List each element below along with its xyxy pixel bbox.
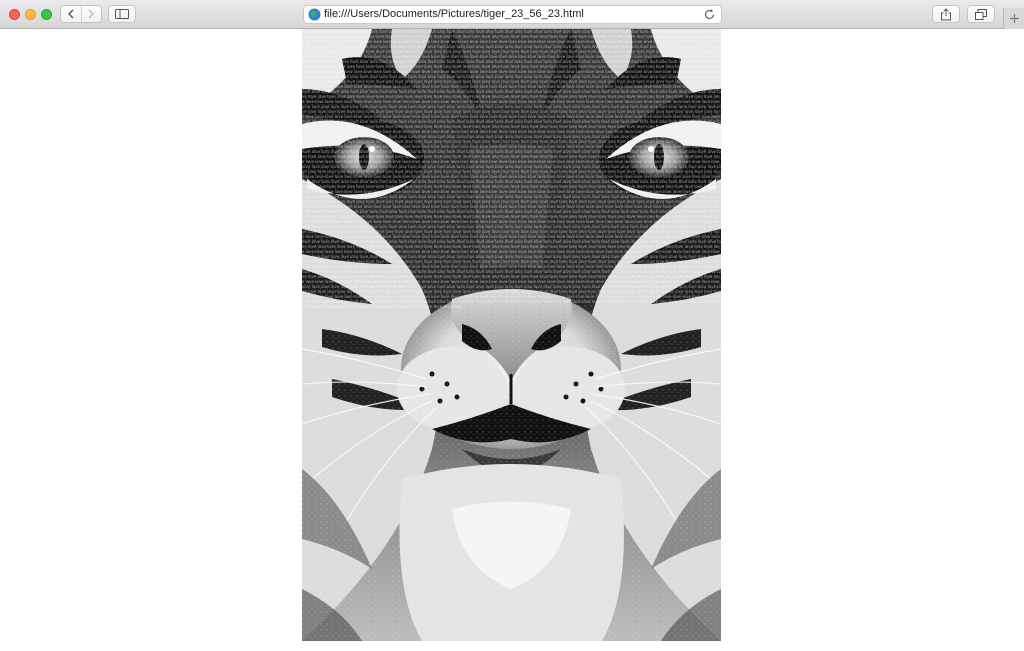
back-forward-group <box>60 5 102 23</box>
url-text: file:///Users/Documents/Pictures/tiger_2… <box>324 8 584 20</box>
page-content: love love love love love love love love … <box>0 29 1024 651</box>
browser-toolbar: file:///Users/Documents/Pictures/tiger_2… <box>0 0 1024 29</box>
chevron-right-icon <box>88 9 95 19</box>
chevron-left-icon <box>67 9 74 19</box>
show-all-tabs-button[interactable] <box>967 5 995 23</box>
window-minimize-button[interactable] <box>25 9 36 20</box>
back-button[interactable] <box>61 6 81 22</box>
window-zoom-button[interactable] <box>41 9 52 20</box>
tabs-overview-icon <box>975 8 987 20</box>
reload-icon[interactable] <box>703 8 716 21</box>
new-tab-button[interactable] <box>1003 8 1024 29</box>
address-bar[interactable]: file:///Users/Documents/Pictures/tiger_2… <box>303 5 722 24</box>
window-close-button[interactable] <box>9 9 20 20</box>
plus-icon <box>1009 14 1019 23</box>
tiger-face-image <box>302 29 721 641</box>
sidebar-icon <box>115 9 129 19</box>
tiger-artwork: love love love love love love love love … <box>302 29 721 641</box>
forward-button[interactable] <box>80 6 102 22</box>
share-button[interactable] <box>932 5 960 23</box>
globe-icon <box>308 8 321 21</box>
share-icon <box>941 7 951 20</box>
sidebar-toggle-button[interactable] <box>108 5 136 23</box>
